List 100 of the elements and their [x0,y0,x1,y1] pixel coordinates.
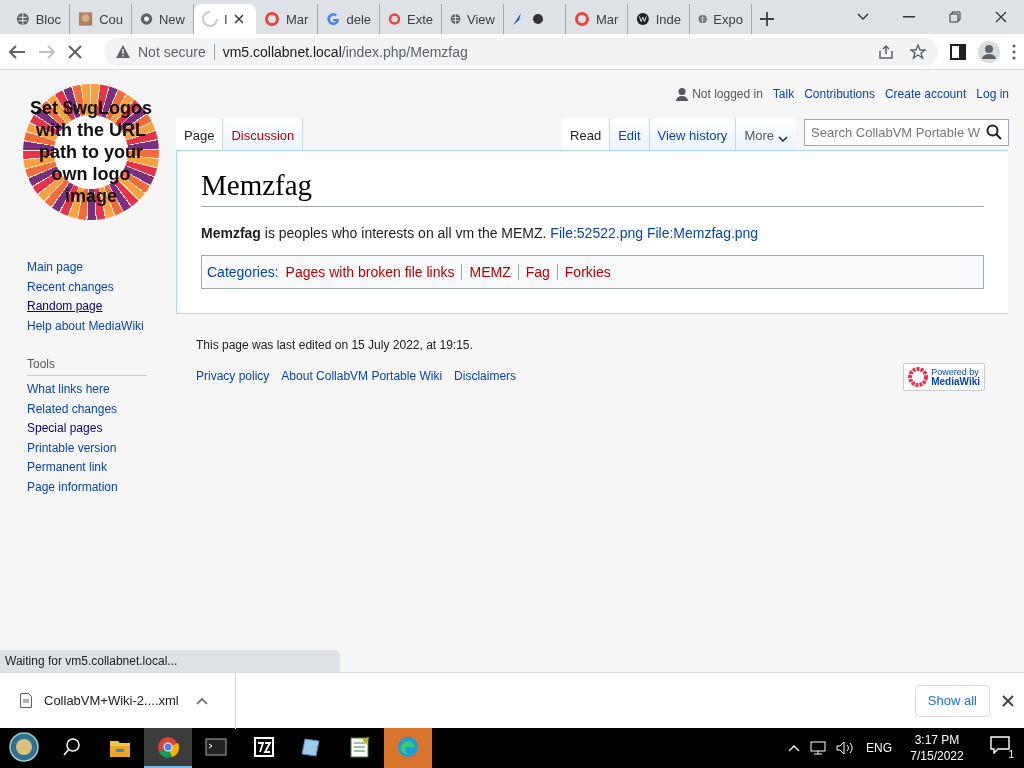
loading-spinner-icon [202,11,218,27]
login-status: Not logged in [676,87,763,101]
sidebar-link[interactable]: Help about MediaWiki [27,316,144,336]
profile-icon[interactable] [978,40,1000,63]
back-icon[interactable] [8,43,26,60]
sidebar-link[interactable]: Related changes [27,399,118,419]
header-link[interactable]: Log in [976,87,1009,101]
categories-link[interactable]: Categories: [207,264,279,280]
tab-title: Exte [407,11,433,27]
category-link[interactable]: MEMZ [461,264,518,280]
sidebar-link[interactable]: Main page [27,258,84,278]
tab-title: Expo [713,11,743,27]
clock-date[interactable]: 7/15/2022 [902,748,972,764]
tab-title: dele [346,11,371,27]
tab-title: New [159,11,185,27]
browser-tab[interactable]: Mar [566,4,628,34]
browser-tab[interactable]: Cou [70,4,132,34]
category-link[interactable]: Fag [517,264,557,280]
notification-count: 1 [1008,749,1014,760]
stop-icon[interactable] [68,44,82,59]
file-link[interactable]: File:Memzfag.png [646,225,759,241]
page-title: Memzfag [201,169,984,207]
clock-time[interactable]: 3:17 PM [902,732,972,748]
header-link[interactable]: Talk [772,87,795,101]
chevron-down-icon[interactable] [857,13,869,21]
restore-icon[interactable] [949,11,961,23]
footer-link[interactable]: Disclaimers [454,369,517,383]
sidebar-link[interactable]: Special pages [27,419,103,439]
category-link[interactable]: Pages with broken file links [285,264,462,280]
browser-icon [157,736,179,758]
page-tab[interactable]: Edit [610,118,650,150]
globe-icon [450,11,462,27]
browser-tab[interactable]: Expo [690,4,752,34]
menu-icon[interactable] [1012,43,1016,60]
language-indicator[interactable]: ENG [866,741,892,755]
tab-title: Inde [655,11,681,27]
close-icon[interactable] [233,14,244,24]
taskbar-button[interactable] [144,728,192,768]
spreadsheet-icon [349,736,371,758]
page-tab[interactable]: Page [176,118,224,150]
globe-icon [16,11,30,27]
status-bubble: Waiting for vm5.collabnet.local... [0,650,340,672]
security-status: Not secure [138,43,215,60]
search-field[interactable]: Search CollabVM Portable W [804,119,1009,146]
footer-link[interactable]: Privacy policy [196,369,270,383]
minimize-icon[interactable] [903,16,915,18]
notification-icon[interactable] [990,736,1010,754]
show-all-button[interactable]: Show all [914,684,990,717]
browser-tab[interactable]: Inde [628,4,690,34]
orb-icon [9,732,39,762]
powered-by-badge[interactable]: Powered by MediaWiki [903,363,985,391]
address-bar[interactable]: Not secure vm5.collabnet.local/index.php/Memzfag [104,37,938,66]
header-link[interactable]: Create account [884,87,967,101]
browser-tab[interactable]: Bloc [8,4,70,34]
tab-title: I [224,11,228,27]
search-icon[interactable] [986,124,1002,140]
star-icon[interactable] [910,43,926,60]
page-tab[interactable]: Read [562,118,611,150]
tab-title: Cou [99,11,123,27]
flower-icon [908,367,929,387]
sidebar-link[interactable]: Random page [27,297,103,317]
more-menu[interactable]: More [736,118,796,150]
tab-title: Mar [286,11,309,27]
tab-title: Bloc [35,11,61,27]
close-icon[interactable] [1002,694,1014,707]
header-link[interactable]: Contributions [804,87,875,101]
tab-title: Mar [596,11,619,27]
category-link[interactable]: Forkies [556,264,618,280]
chevron-up-icon[interactable] [196,696,208,705]
browser-tab[interactable]: dele [318,4,380,34]
sidebar-link[interactable]: Recent changes [27,277,114,297]
page-tab[interactable]: View history [649,118,737,150]
sidebar-link[interactable]: Printable version [27,438,117,458]
speaker-icon[interactable] [836,741,856,755]
browser-tab[interactable]: Exte [380,4,442,34]
page-tab[interactable]: Discussion [223,118,304,150]
network-icon[interactable] [810,741,826,755]
browser-tab[interactable]: View [442,4,504,34]
ring-icon [264,11,280,27]
terminal-icon [205,736,227,758]
close-icon[interactable] [995,11,1007,23]
ring-icon [574,11,590,27]
google-icon [326,11,341,27]
sidebar-link[interactable]: Page information [27,477,118,497]
notebook-icon [301,736,323,758]
sidebar-link[interactable]: What links here [27,380,110,400]
user-icon [676,87,689,101]
browser-tab[interactable]: Mar [256,4,318,34]
share-icon[interactable] [878,43,894,60]
browser-tab[interactable]: I [194,4,256,34]
url-text: vm5.collabnet.local/index.php/Memzfag [222,43,468,60]
browser-icon [140,11,153,27]
ring-icon [388,11,401,27]
file-link[interactable]: File:52522.png [550,225,643,241]
sidebar-link[interactable]: Permanent link [27,458,108,478]
sidebar-heading: Tools [27,357,147,376]
wave-swirl-icon [397,736,419,758]
footer-link[interactable]: About CollabVM Portable Wiki [281,369,443,383]
bird-and-anchor-icon [512,11,546,27]
side-panel-icon[interactable] [950,43,966,60]
